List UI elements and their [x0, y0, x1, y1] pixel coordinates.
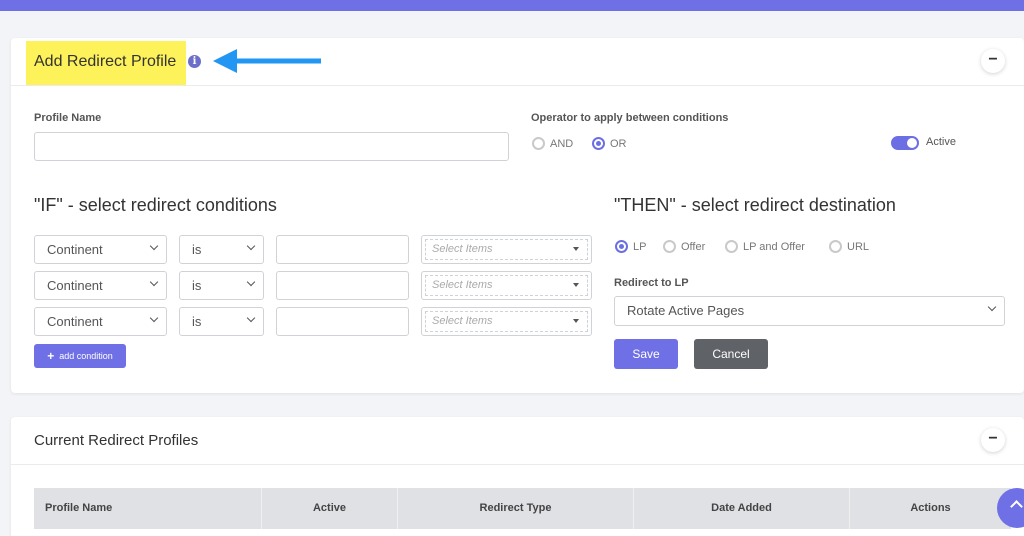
redirect-to-label: Redirect to LP [614, 277, 689, 289]
caret-down-icon [573, 319, 579, 323]
add-redirect-profile-card: Add Redirect Profile i − Profile Name Op… [11, 38, 1024, 393]
plus-icon: + [47, 349, 55, 363]
operator-or-label: OR [610, 137, 627, 150]
chevron-down-icon [246, 241, 256, 251]
add-condition-button[interactable]: + add condition [34, 344, 126, 368]
condition-field-select[interactable]: Continent [34, 271, 167, 300]
condition-items-select[interactable]: Select Items [421, 307, 592, 336]
column-actions: Actions [910, 502, 951, 514]
column-redirect-type[interactable]: Redirect Type [398, 488, 634, 529]
chevron-down-icon [987, 302, 997, 312]
condition-items-select[interactable]: Select Items [421, 271, 592, 300]
condition-field-select[interactable]: Continent [34, 235, 167, 264]
destination-lp-radio[interactable]: LP [615, 240, 646, 253]
destination-lp-offer-radio[interactable]: LP and Offer [725, 240, 805, 253]
chevron-down-icon [246, 277, 256, 287]
current-profiles-title: Current Redirect Profiles [34, 432, 199, 449]
chevron-down-icon [246, 313, 256, 323]
radio-checked-icon [615, 240, 628, 253]
condition-field-select[interactable]: Continent [34, 307, 167, 336]
collapse-button[interactable]: − [981, 428, 1005, 452]
active-toggle[interactable] [891, 136, 919, 150]
top-bar [0, 0, 1024, 11]
column-active[interactable]: Active [262, 488, 398, 529]
current-profiles-card: Current Redirect Profiles − Profile Name… [11, 417, 1024, 536]
chevron-down-icon [149, 241, 159, 251]
cancel-button[interactable]: Cancel [694, 339, 768, 369]
radio-icon [725, 240, 738, 253]
radio-icon [829, 240, 842, 253]
conditions-title: "IF" - select redirect conditions [34, 195, 277, 215]
caret-down-icon [573, 283, 579, 287]
condition-value-input[interactable] [276, 235, 409, 264]
redirect-to-select[interactable]: Rotate Active Pages [614, 296, 1005, 326]
card-title: Add Redirect Profile [34, 53, 177, 70]
collapse-button[interactable]: − [981, 49, 1005, 73]
destination-url-radio[interactable]: URL [829, 240, 869, 253]
condition-operator-select[interactable]: is [179, 271, 264, 300]
table-header: Profile Name Active Redirect Type Date A… [34, 488, 1011, 529]
destination-offer-radio[interactable]: Offer [663, 240, 705, 253]
radio-checked-icon [592, 137, 605, 150]
operator-or-radio[interactable]: OR [592, 137, 627, 150]
destination-title: "THEN" - select redirect destination [614, 195, 896, 215]
radio-icon [663, 240, 676, 253]
profile-name-label: Profile Name [34, 112, 102, 124]
arrow-annotation-icon [213, 49, 321, 73]
divider [11, 85, 1024, 86]
column-profile-name[interactable]: Profile Name [34, 488, 262, 529]
radio-icon [532, 137, 545, 150]
operator-and-label: AND [550, 137, 574, 150]
condition-value-input[interactable] [276, 271, 409, 300]
divider [11, 464, 1024, 465]
operator-and-radio[interactable]: AND [532, 137, 573, 150]
column-date-added[interactable]: Date Added [634, 488, 850, 529]
condition-value-input[interactable] [276, 307, 409, 336]
condition-operator-select[interactable]: is [179, 235, 264, 264]
save-button[interactable]: Save [614, 339, 678, 369]
condition-items-select[interactable]: Select Items [421, 235, 592, 264]
chevron-down-icon [149, 313, 159, 323]
profile-name-input[interactable] [34, 132, 509, 161]
operator-label: Operator to apply between conditions [531, 112, 729, 124]
condition-operator-select[interactable]: is [179, 307, 264, 336]
chevron-down-icon [149, 277, 159, 287]
caret-down-icon [573, 247, 579, 251]
info-icon[interactable]: i [188, 55, 201, 68]
active-label: Active [926, 136, 956, 148]
